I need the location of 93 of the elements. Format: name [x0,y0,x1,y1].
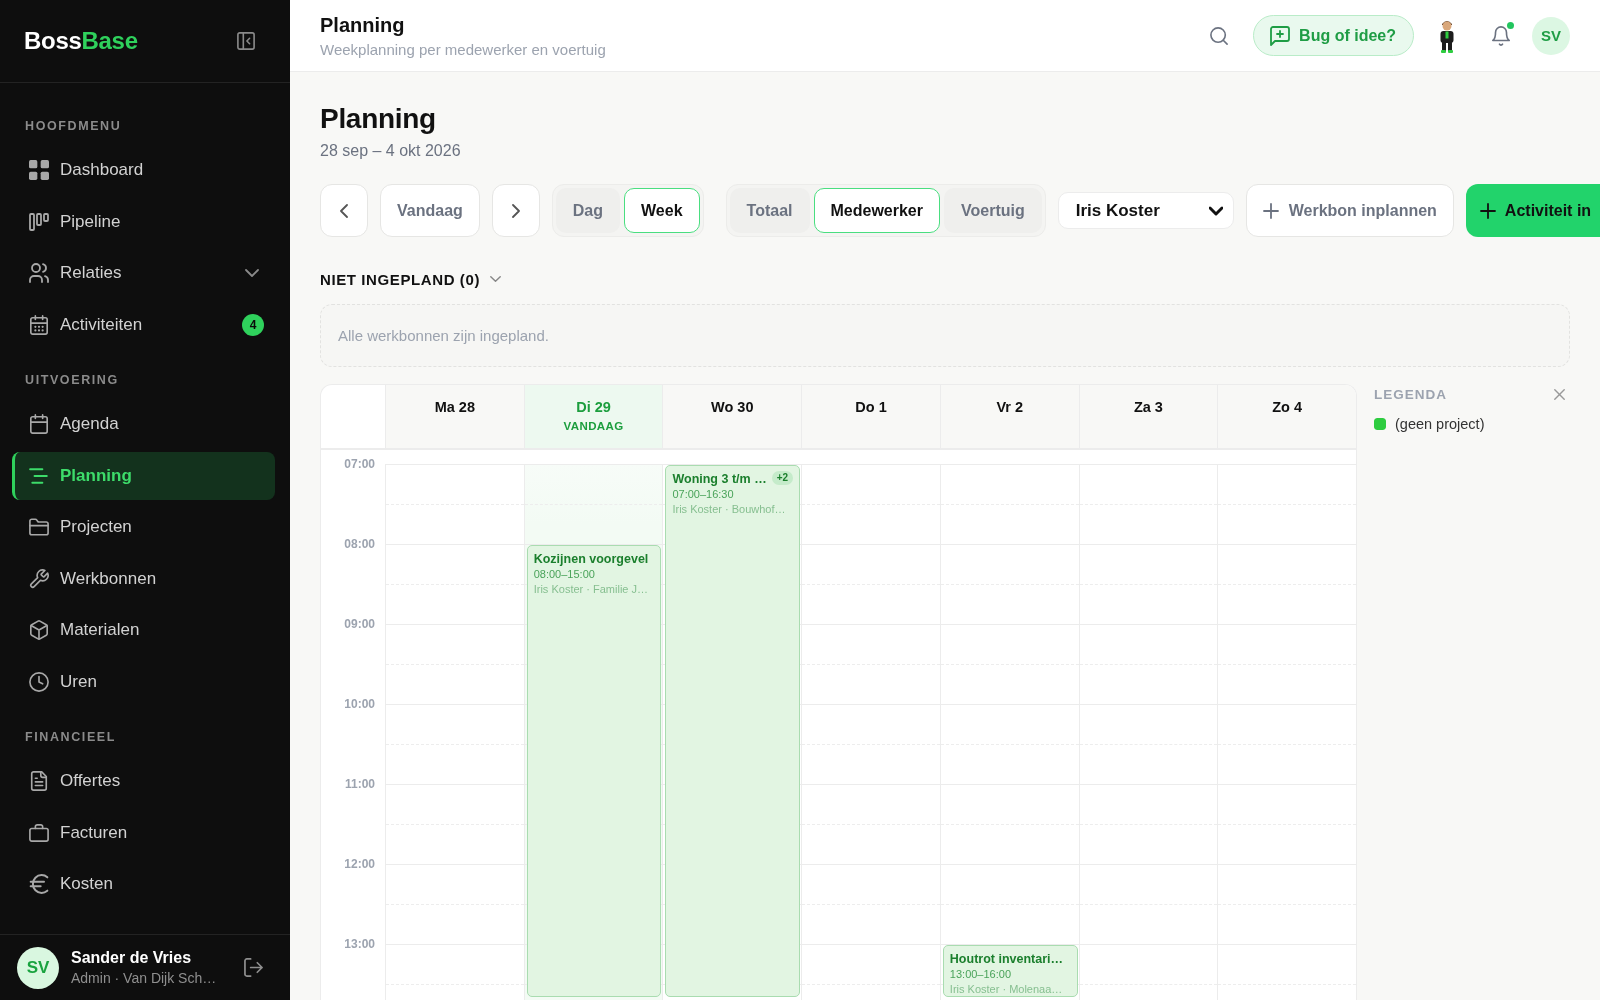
count-badge: 4 [242,313,264,336]
unplanned-toggle[interactable]: NIET INGEPLAND (0) [320,270,501,288]
wrench-icon [29,568,49,589]
chevron-down-icon [1208,205,1223,216]
nav-item[interactable]: Projecten [12,503,275,551]
time-label: 13:00 [343,936,376,952]
tab[interactable]: Dag [555,188,621,233]
folder-icon [29,517,49,537]
day-label: Ma 28 [434,398,475,416]
nav-item[interactable]: Werkbonnen [12,554,275,603]
event-title: Kozijnen voorgevel [533,551,649,567]
cube-icon [29,620,49,640]
tab[interactable]: Medewerker [813,188,940,233]
day-column[interactable]: Kozijnen voorgevel 08:00–15:00 Iris Koster · Familie J… [523,464,663,1000]
nav-item[interactable]: Kosten [12,860,275,908]
day-column[interactable]: Houtrot inventari… 13:00–16:00 Iris Koster · Molenaa… [939,464,1079,1000]
date-range: 28 sep – 4 okt 2026 [320,141,461,161]
event-time: 08:00–15:00 [533,568,596,580]
event-time: 07:00–16:30 [672,488,735,500]
nav-item[interactable]: Materialen [12,606,275,654]
user-avatar: SV [17,946,59,989]
users-icon [29,263,49,283]
section-label: UITVOERING [25,372,119,388]
chevron-down-icon [490,275,501,283]
close-icon[interactable] [1554,389,1565,400]
time-label: 11:00 [343,776,376,792]
time-label: 07:00 [343,456,376,472]
chevron-left-icon [340,203,348,218]
lines-icon [29,465,49,486]
employee-select[interactable]: Iris Koster [1057,192,1234,229]
search-icon[interactable] [1210,26,1229,45]
more-badge[interactable]: +2 [771,471,794,485]
page-title: Planning [320,102,436,136]
tab[interactable]: Totaal [729,188,810,233]
document-icon [29,771,49,791]
chevron-down-icon[interactable] [245,268,259,278]
day-label: Zo 4 [1272,398,1303,416]
schedule-work-order-button[interactable]: Werkbon inplannen [1245,184,1454,237]
today-label: VANDAAG [563,420,624,432]
day-label: Do 1 [855,398,887,416]
grid-icon [29,160,49,180]
day-label: Wo 30 [711,398,754,416]
add-activity-button[interactable]: Activiteit in [1465,184,1600,237]
event-title: Houtrot inventari… [949,951,1064,967]
user-role: Admin · Van Dijk Sch… [71,970,217,986]
user-name: Sander de Vries [71,949,192,967]
nav-item[interactable]: Dashboard [12,146,275,194]
euro-icon [29,874,49,894]
tab[interactable]: Week [624,188,700,233]
empty-message: Alle werkbonnen zijn ingepland. [338,327,549,344]
bell-icon[interactable] [1491,25,1511,46]
chevron-right-icon [511,203,520,218]
today-button[interactable]: Vandaag [380,184,480,237]
columns-icon [29,211,49,232]
header-subtitle: Weekplanning per medewerker en voertuig [320,40,606,58]
day-label: Za 3 [1133,398,1163,416]
nav-item[interactable]: Activiteiten 4 [12,300,275,349]
event-time: 13:00–16:00 [949,968,1012,980]
day-label: Di 29 [576,398,611,416]
time-label: 12:00 [343,856,376,872]
nav-item[interactable]: Uren [12,657,275,706]
time-label: 10:00 [343,696,376,712]
nav-item[interactable]: Agenda [12,400,275,448]
event-meta: Iris Koster · Molenaa… [949,983,1064,995]
calendar-icon [29,414,49,434]
event-meta: Iris Koster · Familie J… [533,583,649,595]
legend-label: (geen project) [1395,416,1485,432]
section-label: HOOFDMENU [25,118,122,134]
time-label: 08:00 [343,536,376,552]
logo: BossBase [24,27,138,55]
event-card[interactable]: Houtrot inventari… 13:00–16:00 Iris Koster · Molenaa… [942,945,1078,998]
message-plus-icon [1270,25,1291,46]
event-title: Woning 3 t/m … [672,471,767,487]
header-title: Planning [320,13,405,37]
plus-icon [1479,202,1496,219]
nav-item[interactable]: Facturen [12,808,275,857]
nav-item[interactable]: Planning [12,451,275,500]
event-meta: Iris Koster · Bouwhof… [672,503,787,515]
briefcase-icon [29,822,49,843]
section-label: FINANCIEEL [25,729,116,745]
panel-left-icon[interactable] [237,32,255,50]
event-card[interactable]: Kozijnen voorgevel 08:00–15:00 Iris Koster · Familie J… [526,545,662,998]
nav-item[interactable]: Relaties [12,249,275,297]
plus-icon [1262,202,1279,219]
calendar-icon [29,314,49,335]
nav-item[interactable]: Offertes [12,757,275,805]
clock-icon [29,671,49,692]
legend-title: LEGENDA [1374,387,1447,402]
tab[interactable]: Voertuig [944,188,1042,233]
day-label: Vr 2 [996,398,1023,416]
time-label: 09:00 [343,616,376,632]
logout-icon[interactable] [244,958,263,977]
nav-item[interactable]: Pipeline [12,197,275,246]
